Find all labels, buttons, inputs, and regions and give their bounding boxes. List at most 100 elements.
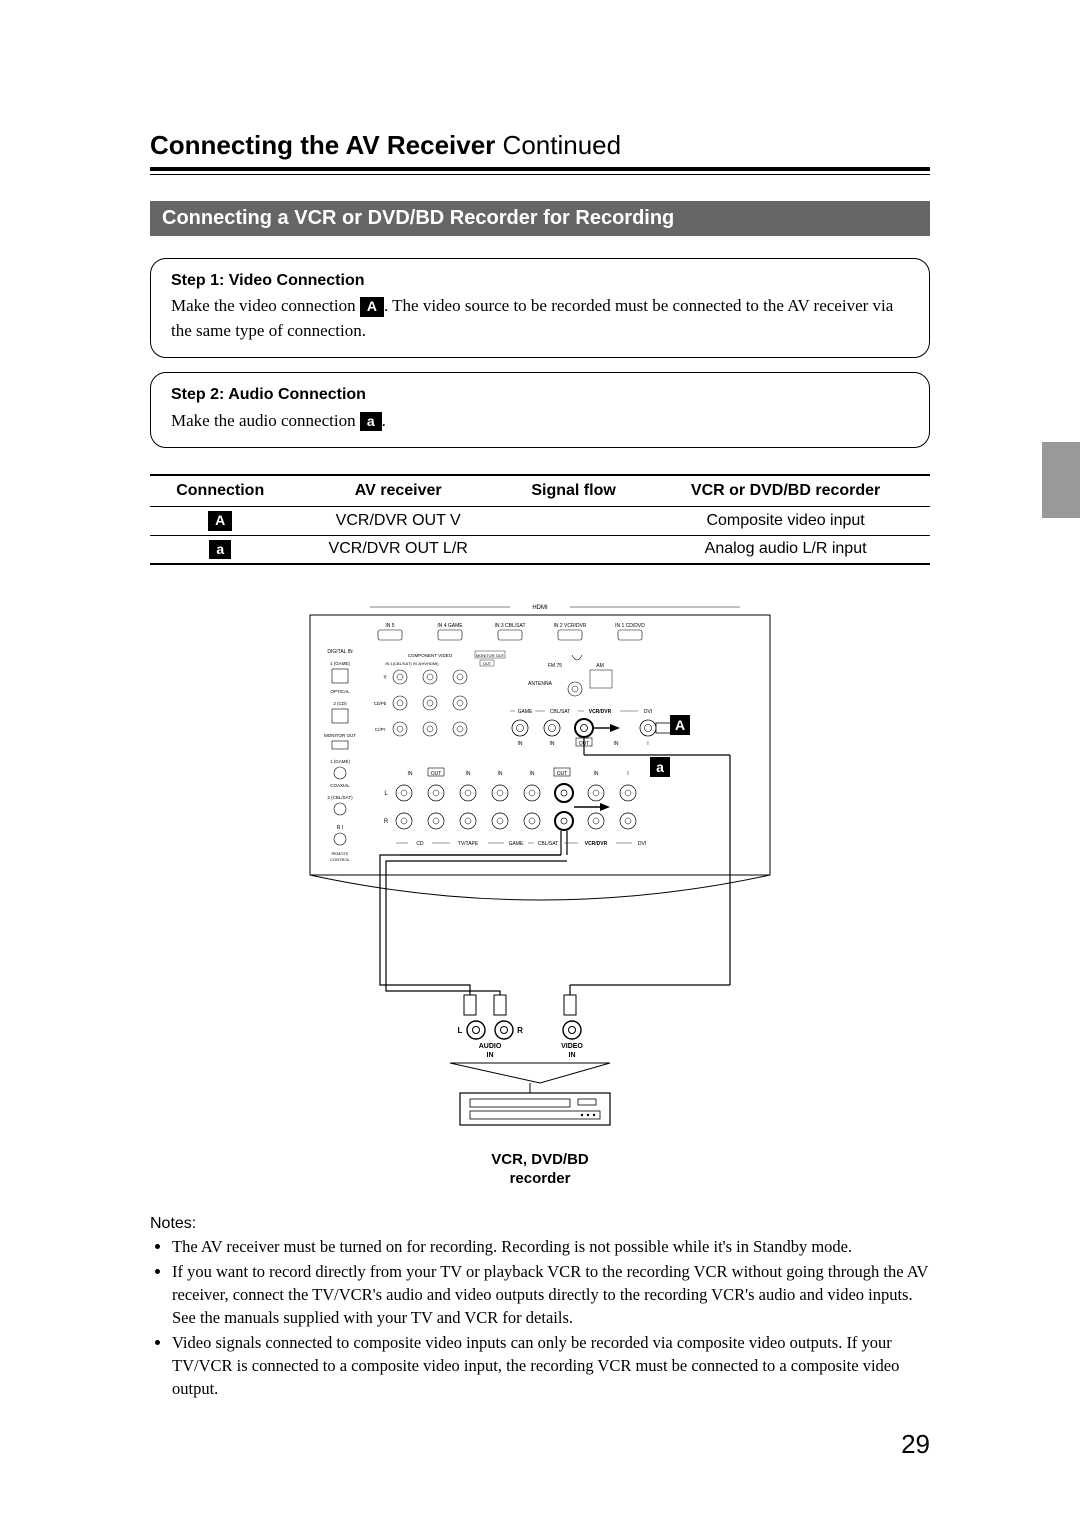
diagram-svg: HDMI IN 5 IN 4 GAME IN 3 CBL/SAT IN 2 VC… <box>300 585 780 1145</box>
table-header-row: Connection AV receiver Signal flow VCR o… <box>150 475 930 507</box>
cell-flow-A <box>506 507 641 535</box>
svg-text:IN: IN <box>498 771 503 777</box>
badge-a-inline: a <box>360 412 382 431</box>
step1-box: Step 1: Video Connection Make the video … <box>150 258 930 358</box>
svg-text:CONTROL: CONTROL <box>330 857 350 862</box>
step1-body: Make the video connection A. The video s… <box>171 294 909 343</box>
list-item: Video signals connected to composite vid… <box>172 1331 930 1400</box>
svg-text:OUT: OUT <box>557 771 568 777</box>
svg-text:IN 1 CD/DVD: IN 1 CD/DVD <box>615 623 645 629</box>
svg-text:FM 75: FM 75 <box>548 663 562 669</box>
svg-text:AM: AM <box>596 663 604 669</box>
svg-text:CD: CD <box>416 841 424 847</box>
svg-text:I: I <box>647 741 648 747</box>
th-flow: Signal flow <box>506 475 641 507</box>
svg-text:DIGITAL IN: DIGITAL IN <box>327 649 353 655</box>
step1-text-before: Make the video connection <box>171 296 360 315</box>
step2-text-before: Make the audio connection <box>171 411 360 430</box>
svg-text:1 (GAME): 1 (GAME) <box>330 661 351 666</box>
notes-block: Notes: The AV receiver must be turned on… <box>150 1215 930 1401</box>
svg-text:ANTENNA: ANTENNA <box>528 681 553 687</box>
step2-text-after: . <box>382 411 386 430</box>
step1-title: Step 1: Video Connection <box>171 269 909 292</box>
svg-text:TV/TAPE: TV/TAPE <box>458 841 479 847</box>
svg-text:IN: IN <box>614 741 619 747</box>
badge-a-table: a <box>209 540 231 559</box>
page-number: 29 <box>901 1429 930 1460</box>
svg-text:IN: IN <box>594 771 599 777</box>
th-connection: Connection <box>150 475 290 507</box>
cell-device-a: Analog audio L/R input <box>641 535 930 564</box>
svg-text:CBL/SAT: CBL/SAT <box>538 841 558 847</box>
cell-conn-A: A <box>150 507 290 535</box>
title-main: Connecting the AV Receiver <box>150 130 495 160</box>
diagram-device-label: VCR, DVD/BD recorder <box>300 1151 780 1189</box>
notes-list: The AV receiver must be turned on for re… <box>150 1235 930 1401</box>
section-heading: Connecting a VCR or DVD/BD Recorder for … <box>150 201 930 236</box>
list-item: The AV receiver must be turned on for re… <box>172 1235 930 1258</box>
svg-text:Y: Y <box>383 675 387 681</box>
svg-text:MONITOR OUT: MONITOR OUT <box>324 733 356 738</box>
connection-diagram: HDMI IN 5 IN 4 GAME IN 3 CBL/SAT IN 2 VC… <box>300 585 780 1189</box>
svg-text:COAXIAL: COAXIAL <box>330 783 350 788</box>
title-continued: Continued <box>495 130 621 160</box>
svg-text:REMOTE: REMOTE <box>331 851 348 856</box>
title-rule <box>150 167 930 175</box>
svg-text:Cr/Pr: Cr/Pr <box>375 727 386 732</box>
device-label-line1: VCR, DVD/BD <box>491 1151 589 1168</box>
svg-text:IN: IN <box>569 1052 576 1059</box>
svg-text:CBL/SAT: CBL/SAT <box>550 709 570 715</box>
svg-text:IN 4 GAME: IN 4 GAME <box>437 623 463 629</box>
svg-text:IN 1(CBL/SAT) IN 2(HVHDMI): IN 1(CBL/SAT) IN 2(HVHDMI) <box>385 661 439 666</box>
svg-text:VCR/DVR: VCR/DVR <box>585 841 608 847</box>
page-content: Connecting the AV Receiver Continued Con… <box>0 0 1080 1462</box>
svg-text:IN: IN <box>530 771 535 777</box>
svg-text:L: L <box>458 1026 463 1035</box>
page-title: Connecting the AV Receiver Continued <box>150 130 930 161</box>
step2-box: Step 2: Audio Connection Make the audio … <box>150 372 930 448</box>
cell-device-A: Composite video input <box>641 507 930 535</box>
svg-text:R: R <box>517 1026 523 1035</box>
svg-text:R: R <box>384 819 389 825</box>
svg-text:IN 5: IN 5 <box>385 623 394 629</box>
svg-text:IN 2 VCR/DVR: IN 2 VCR/DVR <box>553 623 586 629</box>
cell-flow-a <box>506 535 641 564</box>
svg-text:2 (CD): 2 (CD) <box>333 701 347 706</box>
svg-text:DVI: DVI <box>644 709 652 715</box>
svg-text:VIDEO: VIDEO <box>561 1043 583 1050</box>
svg-text:IN: IN <box>550 741 555 747</box>
list-item: If you want to record directly from your… <box>172 1260 930 1329</box>
step2-body: Make the audio connection a. <box>171 409 909 434</box>
step2-title: Step 2: Audio Connection <box>171 383 909 406</box>
diagram-badge-A: A <box>675 717 685 733</box>
badge-A-table: A <box>208 511 232 530</box>
svg-text:2 (CBL/SAT): 2 (CBL/SAT) <box>327 795 353 800</box>
svg-text:R I: R I <box>337 825 343 831</box>
svg-text:IN: IN <box>408 771 413 777</box>
diagram-badge-a: a <box>656 759 664 775</box>
cell-conn-a: a <box>150 535 290 564</box>
th-receiver: AV receiver <box>290 475 505 507</box>
svg-text:IN: IN <box>518 741 523 747</box>
badge-A-inline: A <box>360 297 384 316</box>
svg-text:OUT: OUT <box>431 771 442 777</box>
svg-text:I: I <box>627 771 628 777</box>
table-row: a VCR/DVR OUT L/R Analog audio L/R input <box>150 535 930 564</box>
device-label-line2: recorder <box>510 1170 571 1187</box>
svg-text:IN: IN <box>466 771 471 777</box>
table-row: A VCR/DVR OUT V Composite video input <box>150 507 930 535</box>
svg-text:1 (GAME): 1 (GAME) <box>330 759 351 764</box>
svg-text:IN 3 CBL/SAT: IN 3 CBL/SAT <box>494 623 525 629</box>
svg-text:VCR/DVR: VCR/DVR <box>589 709 612 715</box>
svg-text:GAME: GAME <box>518 709 533 715</box>
svg-text:HDMI: HDMI <box>532 605 548 611</box>
svg-text:IN: IN <box>487 1052 494 1059</box>
svg-text:OUT: OUT <box>483 661 492 666</box>
svg-text:AUDIO: AUDIO <box>479 1043 502 1050</box>
cell-receiver-A: VCR/DVR OUT V <box>290 507 505 535</box>
svg-text:COMPONENT VIDEO: COMPONENT VIDEO <box>408 653 453 658</box>
svg-text:MONITOR OUT: MONITOR OUT <box>476 653 505 658</box>
svg-text:Cb/Pb: Cb/Pb <box>374 701 387 706</box>
svg-text:DVI: DVI <box>638 841 646 847</box>
svg-text:OPTICAL: OPTICAL <box>330 689 350 694</box>
